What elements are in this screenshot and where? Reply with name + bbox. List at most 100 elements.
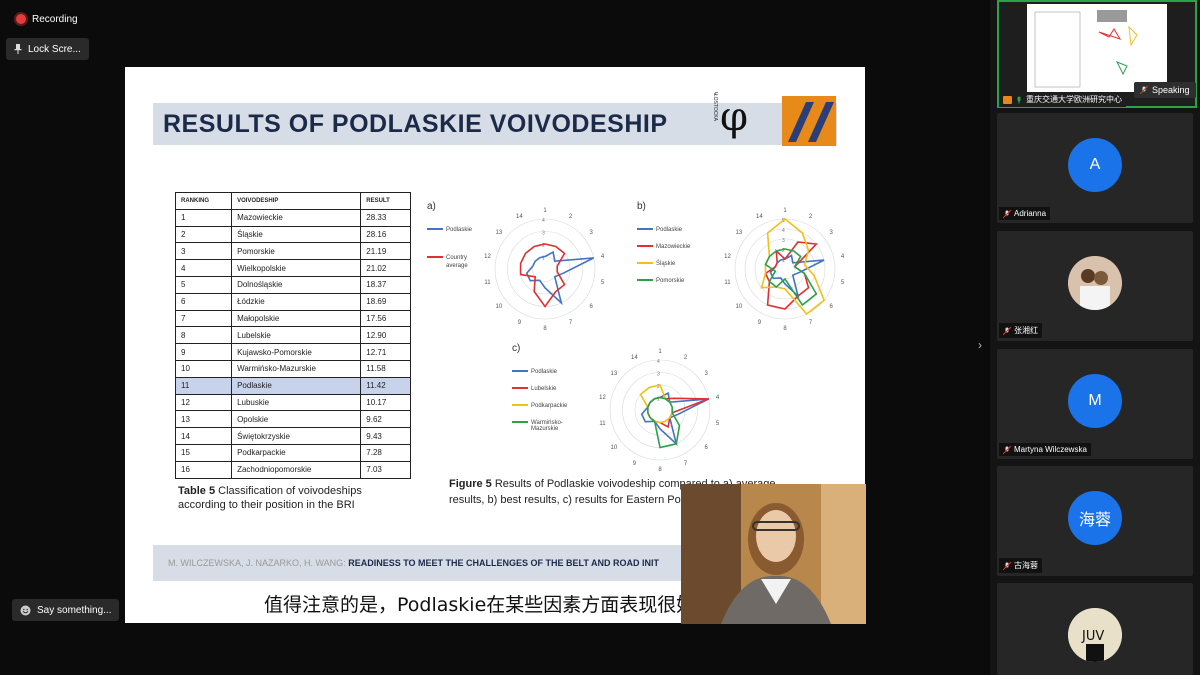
table-cell: Mazowieckie <box>231 208 362 227</box>
participant-tile[interactable]: JUV <box>997 583 1193 675</box>
table-cell: 9.62 <box>360 410 411 429</box>
participant-name-bar: 张湘红 <box>999 323 1042 338</box>
axis-label: 11 <box>484 280 491 286</box>
axis-label: 12 <box>484 254 491 260</box>
legend-entry-cont: Mazurskie <box>531 426 559 432</box>
table-cell: 10.17 <box>360 393 411 412</box>
axis-label: 8 <box>783 326 787 332</box>
table-cell: 7.28 <box>360 443 411 462</box>
presenter-figure <box>681 484 866 624</box>
ring-label: 4 <box>782 228 785 234</box>
table-cell: 9.43 <box>360 427 411 445</box>
table-cell: 10 <box>174 359 233 378</box>
table-cell: 18.37 <box>360 275 411 294</box>
axis-label: 4 <box>841 254 845 260</box>
axis-label: 3 <box>704 371 708 377</box>
svg-text:JUV: JUV <box>1081 629 1104 644</box>
axis-label: 1 <box>658 349 662 355</box>
table-cell: Podlaskie <box>231 376 362 395</box>
ring-label: 3 <box>657 372 660 378</box>
mic-icon <box>1017 96 1021 103</box>
axis-label: 7 <box>569 320 573 326</box>
participant-tile[interactable]: 海蓉 古海蓉 <box>997 466 1193 576</box>
axis-label: 6 <box>829 304 833 310</box>
table-caption: Table 5 Classification of voivodeships a… <box>178 484 408 512</box>
participant-tile[interactable]: 张湘红 <box>997 231 1193 341</box>
table-cell: Kujawsko-Pomorskie <box>231 343 362 361</box>
axis-label: 7 <box>809 320 813 326</box>
table-header-row: Ranking Voivodeship Result <box>174 192 411 210</box>
table-cell: 18.69 <box>360 292 411 311</box>
axis-label: 10 <box>736 304 743 310</box>
table-cell: 28.16 <box>360 225 411 244</box>
ranking-table: Ranking Voivodeship Result 1 Mazowieckie 2… <box>174 192 411 479</box>
mic-muted-icon <box>1003 326 1011 335</box>
table-cell: 7 <box>174 309 233 328</box>
lock-screen-button[interactable]: Lock Scre... <box>6 38 89 60</box>
legend-entry: Lubelskie <box>531 386 557 392</box>
figure-caption-label: Figure 5 <box>449 478 492 490</box>
svg-text:φ: φ <box>720 94 748 140</box>
table-cell: 11 <box>174 376 233 395</box>
table-row: 12 Lubuskie 10.17 <box>174 393 411 412</box>
participant-avatar: A <box>1068 138 1122 192</box>
axis-label: 4 <box>716 395 720 401</box>
axis-label: 12 <box>724 254 731 260</box>
chevron-right-icon[interactable]: › <box>978 338 982 352</box>
chat-placeholder: Say something... <box>37 604 112 616</box>
speaking-label: Speaking <box>1152 85 1190 95</box>
axis-label: 9 <box>758 320 762 326</box>
axis-label: 4 <box>601 254 605 260</box>
ring-label: 4 <box>657 359 660 365</box>
participant-name: Adrianna <box>1014 209 1047 218</box>
table-cell: Śląskie <box>231 225 362 244</box>
table-cell: 28.33 <box>360 208 411 227</box>
axis-label: 11 <box>724 280 731 286</box>
table-row: 14 Świętokrzyskie 9.43 <box>174 427 411 445</box>
legend-entry-cont: average <box>446 263 468 269</box>
table-cell: 17.56 <box>360 309 411 328</box>
axis-label: 5 <box>601 280 605 286</box>
chat-input-button[interactable]: Say something... <box>12 599 120 621</box>
table-row: 4 Wielkopolskie 21.02 <box>174 259 411 277</box>
radar-chart-b: b) Podlaskie Mazowieckie Śląskie Pomorskie 1 2… <box>635 195 865 335</box>
table-cell: Dolnośląskie <box>231 275 362 294</box>
legend-entry: Podkarpackie <box>531 403 568 409</box>
table-row: 9 Kujawsko-Pomorskie 12.71 <box>174 343 411 361</box>
table-header: Voivodeship <box>231 192 362 210</box>
table-cell: Łódzkie <box>231 292 362 311</box>
axis-label: 5 <box>716 421 720 427</box>
record-icon <box>16 14 26 24</box>
radar-chart-c: c) Podlaskie Lubelskie Podkarpackie Mazurski… <box>510 337 740 475</box>
participant-name-bar: Martyna Wilczewska <box>999 443 1091 456</box>
participant-avatar: 海蓉 <box>1068 491 1122 545</box>
radar-chart-a: a) Podlaskie average Country 1 2 3 4 1 2 3 4 5 6 7 8 9 10… <box>425 195 625 335</box>
table-cell: 21.19 <box>360 242 411 261</box>
axis-label: 2 <box>569 214 573 220</box>
mic-muted-icon <box>1140 86 1148 94</box>
live-subtitle: 值得注意的是，Podlaskie在某些因素方面表现很好 <box>264 594 696 616</box>
legend-entry: Country <box>446 255 467 261</box>
participant-tile[interactable]: A Adrianna <box>997 113 1193 223</box>
table-cell: 2 <box>174 225 233 244</box>
axis-label: 5 <box>841 280 845 286</box>
radar-ring <box>494 218 596 320</box>
legend-entry: Podlaskie <box>531 369 558 375</box>
ring-label: 3 <box>542 231 545 237</box>
axis-label: 13 <box>736 230 743 236</box>
table-row: 3 Pomorskie 21.19 <box>174 242 411 261</box>
participant-tile[interactable]: M Martyna Wilczewska <box>997 349 1193 459</box>
panel-label: a) <box>427 201 436 212</box>
legend-entry: Podlaskie <box>446 227 473 233</box>
axis-label: 3 <box>589 230 593 236</box>
recording-indicator: Recording <box>8 8 86 30</box>
axis-label: 14 <box>756 214 763 220</box>
participant-avatar: JUV <box>1068 608 1122 662</box>
legend-entry: Pomorskie <box>656 278 685 284</box>
footer-title: READINESS TO MEET THE CHALLENGES OF THE … <box>348 558 660 568</box>
table-cell: 14 <box>174 427 233 445</box>
table-cell: Pomorskie <box>231 242 362 261</box>
speaking-indicator: Speaking <box>1134 82 1196 98</box>
pin-icon <box>14 44 22 54</box>
radar-series-line <box>639 384 673 424</box>
